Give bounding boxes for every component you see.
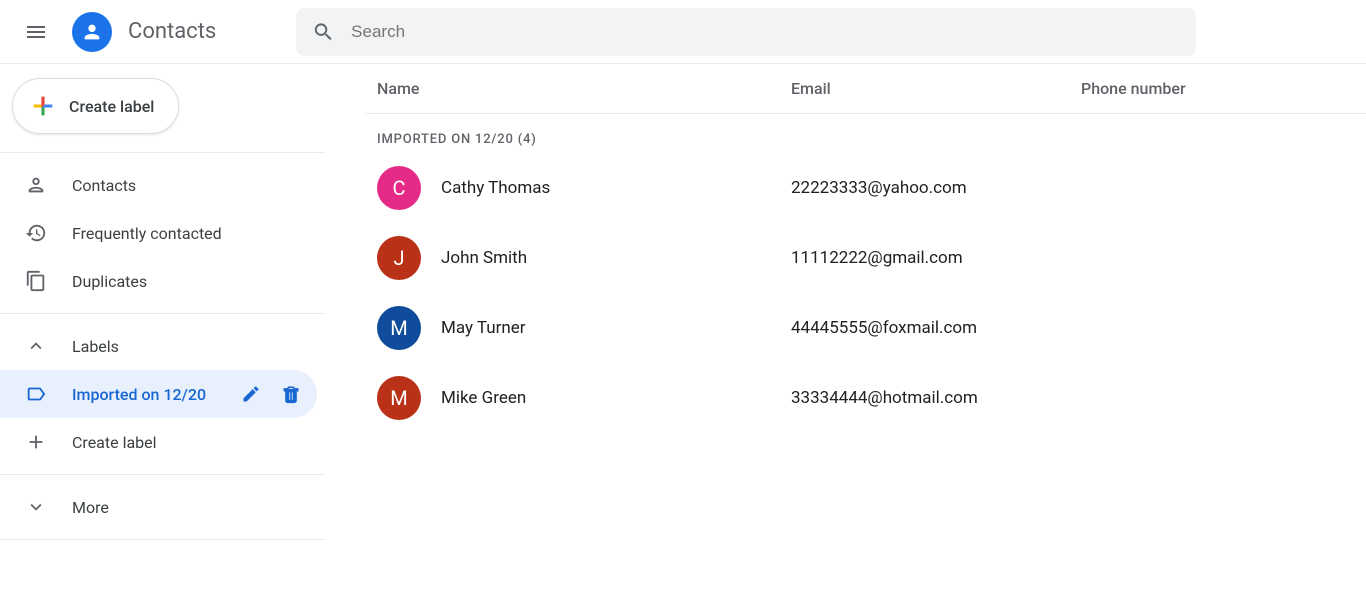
sidebar-labels-toggle[interactable]: Labels (0, 322, 317, 370)
contact-list: C Cathy Thomas22223333@yahoo.com J John Smi… (365, 153, 1366, 433)
sidebar-item-label: More (72, 498, 317, 517)
main-content: Name Email Phone number Imported on 12/2… (325, 64, 1366, 592)
avatar: M (377, 306, 421, 350)
search-bar[interactable] (296, 8, 1196, 56)
sidebar-item-label: Duplicates (72, 272, 317, 291)
app-logo (72, 12, 112, 52)
sidebar-create-label[interactable]: Create label (0, 418, 317, 466)
sidebar-item-label: Frequently contacted (72, 224, 317, 243)
menu-button[interactable] (12, 8, 60, 56)
chevron-up-icon (25, 335, 47, 357)
contact-row[interactable]: M Mike Green33334444@hotmail.com (365, 363, 1366, 433)
sidebar-item-frequent[interactable]: Frequently contacted (0, 209, 317, 257)
contact-name: John Smith (441, 248, 791, 268)
person-outline-icon (25, 174, 47, 196)
person-icon (81, 21, 103, 43)
contact-row[interactable]: M May Turner44445555@foxmail.com (365, 293, 1366, 363)
search-icon (312, 20, 335, 44)
edit-label-button[interactable] (235, 378, 267, 410)
contact-name: May Turner (441, 318, 791, 338)
pencil-icon (241, 384, 261, 404)
sidebar-item-duplicates[interactable]: Duplicates (0, 257, 317, 305)
contact-name: Cathy Thomas (441, 178, 791, 198)
menu-icon (24, 20, 48, 44)
avatar: C (377, 166, 421, 210)
contact-row[interactable]: J John Smith11112222@gmail.com (365, 223, 1366, 293)
sidebar-item-contacts[interactable]: Contacts (0, 161, 317, 209)
plus-color-icon (29, 92, 57, 120)
contact-email: 11112222@gmail.com (791, 248, 1081, 268)
label-icon (25, 383, 47, 405)
sidebar-item-label: Imported on 12/20 (72, 385, 211, 404)
column-header-email: Email (791, 79, 1081, 98)
avatar: J (377, 236, 421, 280)
top-bar: Contacts (0, 0, 1366, 64)
contact-email: 44445555@foxmail.com (791, 318, 1081, 338)
column-header-phone: Phone number (1081, 79, 1281, 98)
duplicates-icon (25, 270, 47, 292)
contact-email: 22223333@yahoo.com (791, 178, 1081, 198)
group-heading: Imported on 12/20 (4) (365, 114, 1366, 153)
sidebar-more-toggle[interactable]: More (0, 483, 317, 531)
create-contact-label: Create label (69, 97, 154, 116)
trash-icon (281, 384, 301, 404)
chevron-down-icon (25, 496, 47, 518)
delete-label-button[interactable] (275, 378, 307, 410)
plus-icon (25, 431, 47, 453)
sidebar-item-label: Contacts (72, 176, 317, 195)
avatar: M (377, 376, 421, 420)
contact-row[interactable]: C Cathy Thomas22223333@yahoo.com (365, 153, 1366, 223)
create-contact-button[interactable]: Create label (12, 78, 179, 134)
search-wrap (296, 8, 1256, 56)
app-title: Contacts (128, 19, 216, 44)
sidebar-label-imported[interactable]: Imported on 12/20 (0, 370, 317, 418)
history-icon (25, 222, 47, 244)
search-input[interactable] (351, 22, 1180, 42)
column-header-name: Name (365, 79, 791, 98)
contact-email: 33334444@hotmail.com (791, 388, 1081, 408)
sidebar: Create label Contacts Frequently contact… (0, 64, 325, 592)
table-header: Name Email Phone number (365, 64, 1366, 114)
sidebar-item-label: Labels (72, 337, 317, 356)
sidebar-item-label: Create label (72, 433, 317, 452)
contact-name: Mike Green (441, 388, 791, 408)
